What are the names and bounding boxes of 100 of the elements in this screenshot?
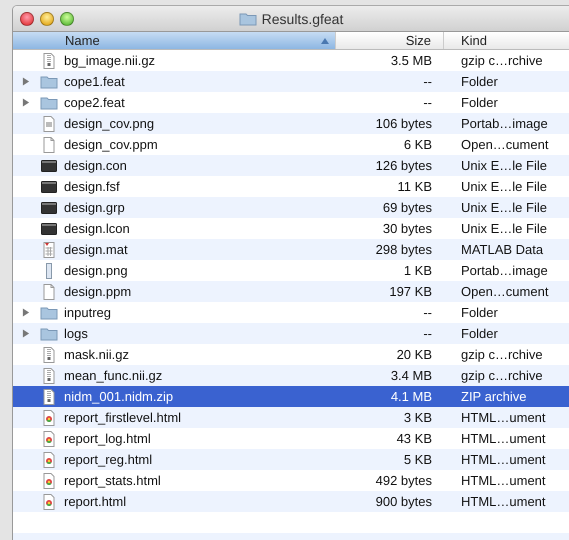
file-row[interactable]: design.fsf 11 KB Unix E…le File <box>13 176 569 197</box>
spreadsheet-file-icon <box>43 242 55 258</box>
file-row[interactable]: nidm_001.nidm.zip 4.1 MB ZIP archive <box>13 386 569 407</box>
file-kind: gzip c…rchive <box>460 368 543 383</box>
file-name: report_stats.html <box>64 473 161 488</box>
column-header[interactable]: Size <box>336 32 444 49</box>
sort-arrow-icon <box>321 38 329 44</box>
file-row[interactable]: mask.nii.gz 20 KB gzip c…rchive <box>13 344 569 365</box>
web-file-icon <box>43 410 55 426</box>
close-button[interactable] <box>20 12 34 26</box>
file-kind: Unix E…le File <box>460 179 547 194</box>
file-name: inputreg <box>64 305 111 320</box>
folder-icon <box>40 74 58 88</box>
file-row[interactable]: report_log.html 43 KB HTML…ument <box>13 428 569 449</box>
archive-file-icon <box>43 368 55 384</box>
terminal-icon <box>41 222 57 234</box>
file-kind: Unix E…le File <box>460 200 547 215</box>
archive-file-icon <box>43 52 55 68</box>
file-size: 900 bytes <box>374 494 433 509</box>
file-size: 3.5 MB <box>390 53 433 68</box>
file-kind: HTML…ument <box>460 494 546 509</box>
file-name: report.html <box>64 494 126 509</box>
file-size: -- <box>422 74 433 89</box>
file-name: mean_func.nii.gz <box>64 368 162 383</box>
file-size: 30 bytes <box>382 221 433 236</box>
file-kind: Unix E…le File <box>460 221 547 236</box>
document-icon <box>43 284 55 300</box>
file-name: design.ppm <box>64 284 132 299</box>
file-size: 11 KB <box>396 179 433 194</box>
file-kind: gzip c…rchive <box>460 53 543 68</box>
folder-icon <box>40 306 58 320</box>
file-name: bg_image.nii.gz <box>64 53 156 68</box>
narrow-file-icon <box>45 262 53 278</box>
file-name: report_log.html <box>64 431 151 446</box>
file-size: 298 bytes <box>374 242 433 257</box>
file-name: cope2.feat <box>64 95 125 110</box>
file-size: 20 KB <box>396 347 433 362</box>
file-size: 3.4 MB <box>390 368 433 383</box>
terminal-icon <box>41 160 57 172</box>
web-file-icon <box>43 430 55 446</box>
minimize-button[interactable] <box>40 12 54 26</box>
file-kind: HTML…ument <box>460 452 546 467</box>
file-size: 106 bytes <box>374 116 433 131</box>
terminal-icon <box>41 180 57 192</box>
file-row[interactable]: design.lcon 30 bytes Unix E…le File <box>13 218 569 239</box>
disclosure-triangle-icon[interactable] <box>22 77 30 86</box>
file-kind: Folder <box>460 74 498 89</box>
folder-icon <box>40 96 58 110</box>
file-name: report_firstlevel.html <box>64 410 182 425</box>
file-size: 3 KB <box>402 410 433 425</box>
file-row[interactable]: design_cov.ppm 6 KB Open…cument <box>13 134 569 155</box>
file-row[interactable]: cope2.feat -- Folder <box>13 92 569 113</box>
file-kind: MATLAB Data <box>460 242 544 257</box>
file-size: 126 bytes <box>374 158 433 173</box>
image-file-icon <box>43 116 55 132</box>
file-name: cope1.feat <box>64 74 125 89</box>
file-kind: Folder <box>460 326 498 341</box>
disclosure-triangle-icon[interactable] <box>22 329 30 338</box>
file-kind: Open…cument <box>460 284 548 299</box>
file-name: nidm_001.nidm.zip <box>64 389 174 404</box>
file-name: report_reg.html <box>64 452 152 467</box>
disclosure-triangle-icon[interactable] <box>22 98 30 107</box>
file-size: -- <box>422 95 433 110</box>
document-icon <box>43 136 55 152</box>
file-kind: gzip c…rchive <box>460 347 543 362</box>
file-name: mask.nii.gz <box>64 347 130 362</box>
column-header[interactable]: Name <box>13 32 336 49</box>
column-header[interactable]: Kind <box>444 32 569 49</box>
file-row[interactable]: inputreg -- Folder <box>13 302 569 323</box>
file-name: design.grp <box>64 200 125 215</box>
folder-icon <box>40 326 58 340</box>
file-kind: Unix E…le File <box>460 158 547 173</box>
file-kind: Portab…image <box>460 116 548 131</box>
file-name: design.fsf <box>64 179 120 194</box>
terminal-icon <box>41 202 57 214</box>
file-size: 69 bytes <box>382 200 433 215</box>
file-size: 1 KB <box>402 263 433 278</box>
folder-icon <box>238 12 257 26</box>
file-size: -- <box>422 305 433 320</box>
file-name: design_cov.png <box>64 116 154 131</box>
archive-file-icon <box>43 346 55 362</box>
web-file-icon <box>43 494 55 510</box>
file-size: 6 KB <box>402 137 433 152</box>
file-row[interactable]: report_stats.html 492 bytes HTML…ument <box>13 470 569 491</box>
file-row[interactable]: design.png 1 KB Portab…image <box>13 260 569 281</box>
file-row[interactable]: bg_image.nii.gz 3.5 MB gzip c…rchive <box>13 50 569 71</box>
archive-file-icon <box>43 388 55 404</box>
file-name: design.png <box>64 263 128 278</box>
file-size: 197 KB <box>388 284 433 299</box>
web-file-icon <box>43 472 55 488</box>
disclosure-triangle-icon[interactable] <box>22 308 30 317</box>
file-kind: Folder <box>460 95 498 110</box>
file-size: 43 KB <box>396 431 433 446</box>
zoom-button[interactable] <box>60 12 74 26</box>
file-size: 5 KB <box>402 452 433 467</box>
file-kind: ZIP archive <box>460 389 527 404</box>
file-name: design_cov.ppm <box>64 137 158 152</box>
web-file-icon <box>43 452 55 468</box>
file-name: design.mat <box>64 242 128 257</box>
file-kind: HTML…ument <box>460 410 546 425</box>
